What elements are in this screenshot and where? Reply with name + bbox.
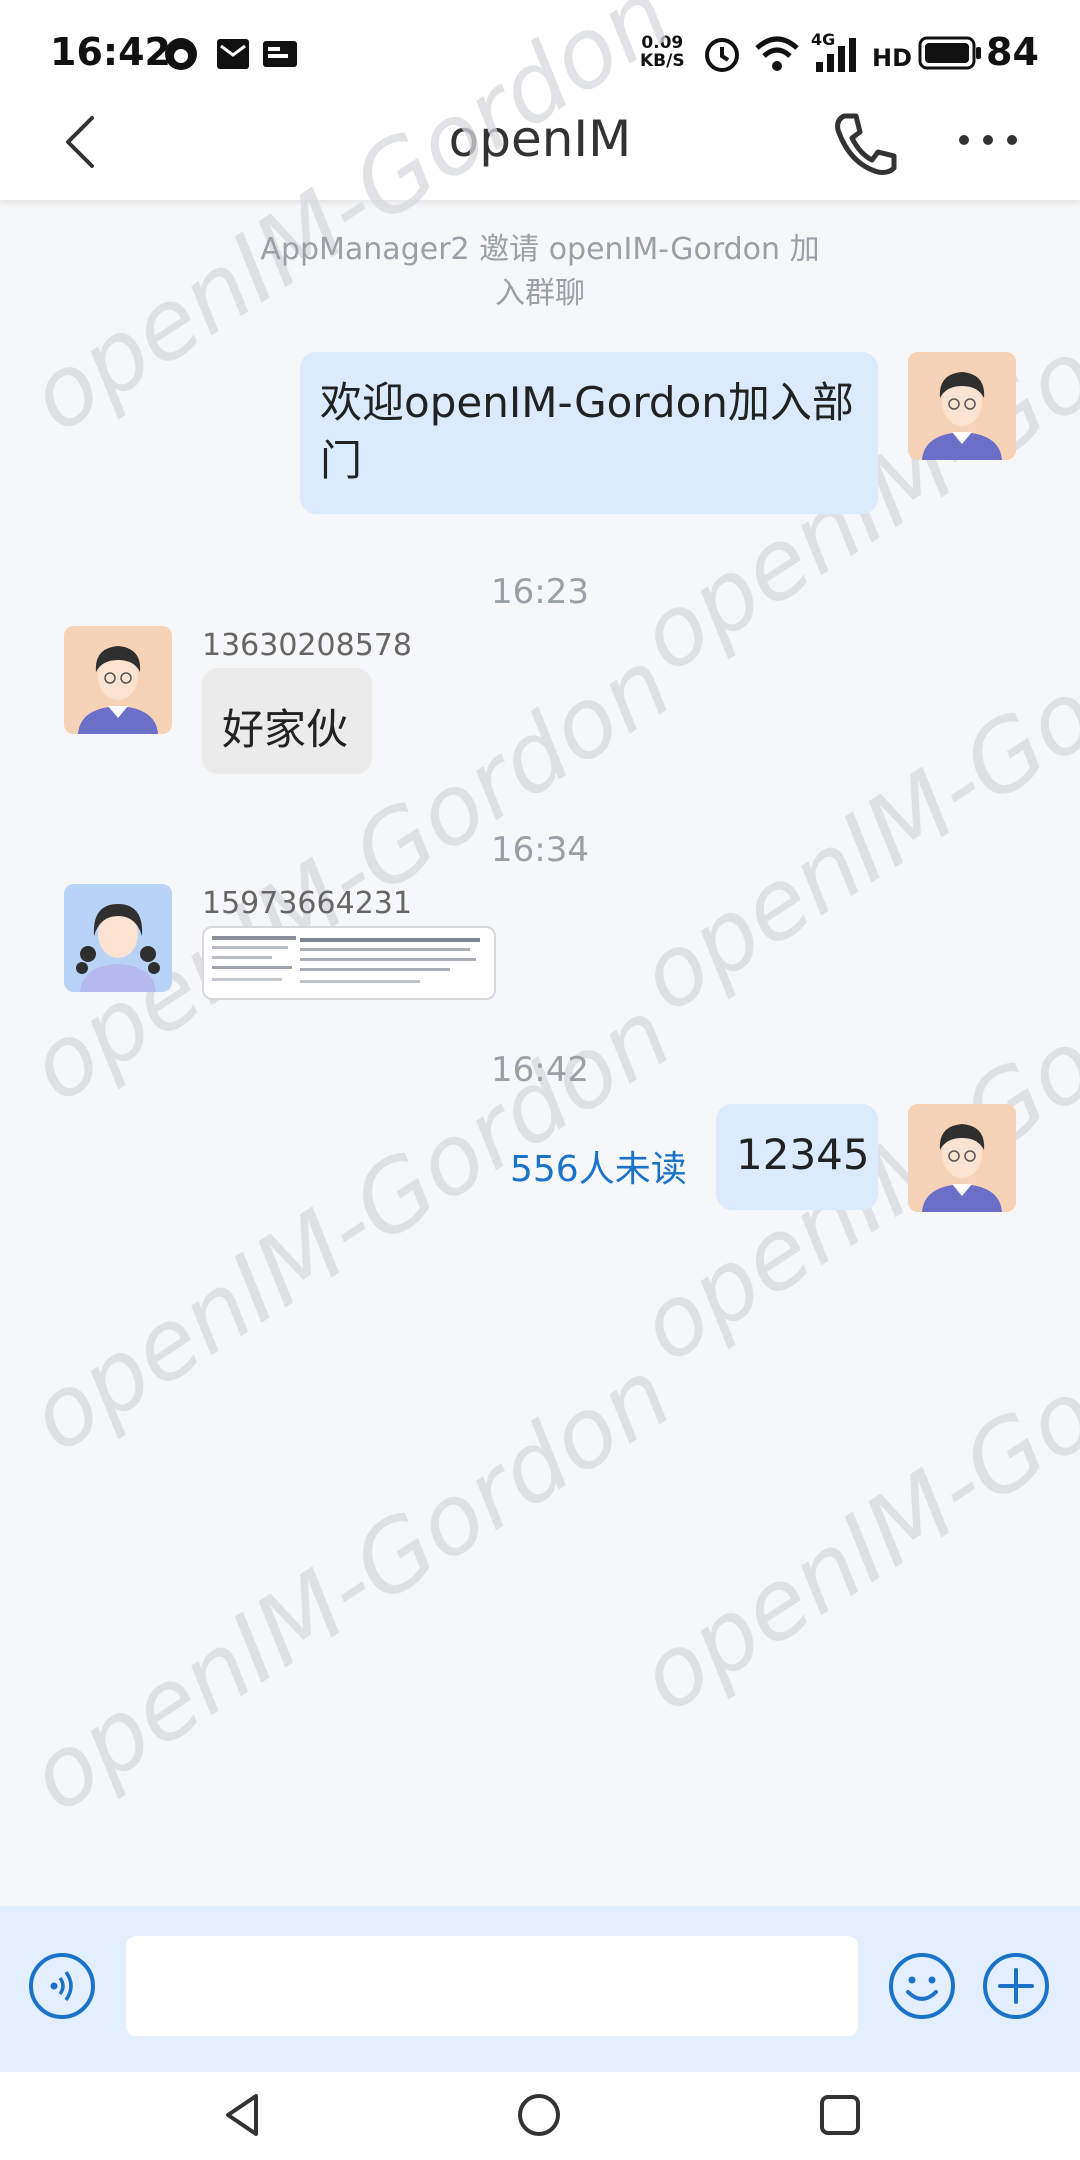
- timestamp: 16:34: [491, 830, 589, 870]
- avatar[interactable]: [64, 884, 172, 992]
- nav-home-icon[interactable]: [514, 2090, 564, 2140]
- battery-level: 84: [986, 30, 1039, 74]
- message-input[interactable]: [126, 1936, 858, 2036]
- hd-label: HD: [872, 44, 913, 72]
- emoji-icon[interactable]: [888, 1952, 956, 2020]
- alarm-icon: [705, 38, 739, 72]
- message-icon: [263, 41, 297, 67]
- avatar-male-icon: [908, 352, 1016, 460]
- image-message[interactable]: [202, 926, 496, 1000]
- mail-icon: [217, 39, 249, 69]
- message-text: 欢迎openIM-Gordon加入部门: [320, 378, 854, 485]
- avatar-female-icon: [64, 884, 172, 992]
- phone-icon[interactable]: [830, 108, 900, 178]
- message-bubble[interactable]: 12345: [716, 1104, 878, 1210]
- status-time: 16:42: [50, 30, 171, 74]
- nav-back-icon[interactable]: [220, 2090, 264, 2140]
- nav-recents-icon[interactable]: [816, 2090, 864, 2140]
- system-notice: AppManager2 邀请 openIM-Gordon 加入群聊: [260, 232, 820, 311]
- avatar-male-icon: [64, 626, 172, 734]
- timestamp: 16:42: [491, 1050, 589, 1090]
- wifi-icon: [755, 36, 799, 71]
- more-icon[interactable]: [954, 128, 1024, 152]
- avatar-male-icon: [908, 1104, 1016, 1212]
- unread-count[interactable]: 556人未读: [510, 1140, 687, 1192]
- message-text: 好家伙: [222, 705, 349, 754]
- message-bubble[interactable]: 欢迎openIM-Gordon加入部门: [300, 352, 878, 514]
- message-text: 12345: [736, 1130, 870, 1179]
- message-bubble[interactable]: 好家伙: [202, 668, 372, 774]
- battery-icon: [918, 36, 981, 70]
- avatar[interactable]: [908, 352, 1016, 460]
- image-thumbnail: [212, 936, 480, 983]
- timestamp: 16:23: [491, 572, 589, 612]
- sender-name: 15973664231: [202, 886, 412, 921]
- avatar[interactable]: [64, 626, 172, 734]
- voice-icon[interactable]: [28, 1952, 96, 2020]
- avatar[interactable]: [908, 1104, 1016, 1212]
- add-icon[interactable]: [982, 1952, 1050, 2020]
- sender-name: 13630208578: [202, 628, 412, 663]
- signal-icon: [816, 38, 856, 72]
- app-notification-icon: [165, 38, 197, 70]
